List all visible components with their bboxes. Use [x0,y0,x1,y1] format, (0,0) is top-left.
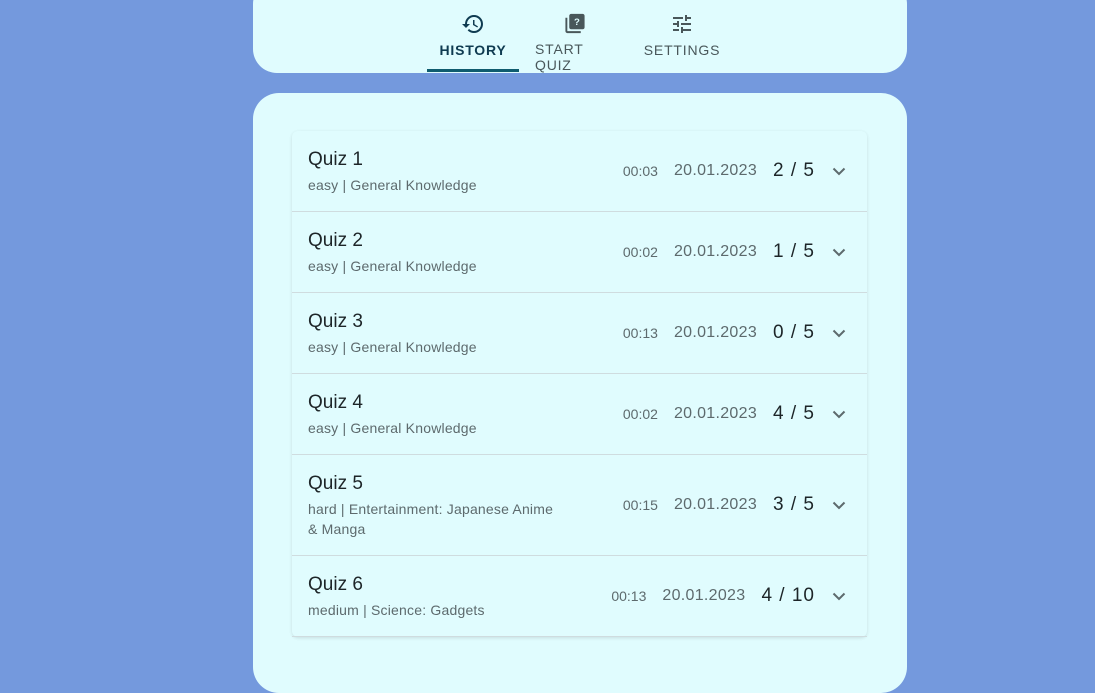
expand-chevron-icon[interactable] [827,584,851,608]
quiz-title: Quiz 3 [308,311,363,332]
tab-bar: HISTORY ? START QUIZ SETTINGS [253,0,907,73]
quiz-info: Quiz 5 hard | Entertainment: Japanese An… [308,455,623,555]
quiz-row-3[interactable]: Quiz 3 easy | General Knowledge 00:13 20… [292,293,867,374]
quiz-subtitle: medium | Science: Gadgets [308,602,485,618]
quiz-score: 0 / 5 [773,322,815,343]
quiz-info: Quiz 1 easy | General Knowledge [308,131,623,211]
expand-chevron-icon[interactable] [827,240,851,264]
quiz-score: 1 / 5 [773,241,815,262]
quiz-row-1[interactable]: Quiz 1 easy | General Knowledge 00:03 20… [292,131,867,212]
quiz-score: 4 / 10 [761,585,815,606]
quiz-row-2[interactable]: Quiz 2 easy | General Knowledge 00:02 20… [292,212,867,293]
quiz-row-6[interactable]: Quiz 6 medium | Science: Gadgets 00:13 2… [292,556,867,637]
quiz-subtitle: easy | General Knowledge [308,420,477,436]
quiz-row-5[interactable]: Quiz 5 hard | Entertainment: Japanese An… [292,455,867,556]
quiz-date: 20.01.2023 [673,162,758,179]
quiz-row-4[interactable]: Quiz 4 easy | General Knowledge 00:02 20… [292,374,867,455]
quiz-duration: 00:13 [611,588,647,604]
quiz-date: 20.01.2023 [673,496,758,513]
expand-chevron-icon[interactable] [827,159,851,183]
expand-chevron-icon[interactable] [827,402,851,426]
quiz-duration: 00:15 [622,497,658,513]
quiz-duration: 00:03 [622,163,658,179]
quiz-subtitle: hard | Entertainment: Japanese Anime & M… [308,501,554,537]
expand-chevron-icon[interactable] [827,493,851,517]
quiz-title: Quiz 5 [308,473,363,494]
quiz-icon: ? [565,13,585,34]
expand-chevron-icon[interactable] [827,321,851,345]
quiz-info: Quiz 2 easy | General Knowledge [308,212,623,292]
tab-settings[interactable]: SETTINGS [631,0,733,73]
quiz-duration: 00:02 [622,244,658,260]
tab-history[interactable]: HISTORY [427,0,519,73]
tab-history-label: HISTORY [439,42,507,58]
quiz-date: 20.01.2023 [673,243,758,260]
quiz-subtitle: easy | General Knowledge [308,339,477,355]
quiz-date: 20.01.2023 [673,324,758,341]
quiz-title: Quiz 6 [308,574,363,595]
quiz-score: 2 / 5 [773,160,815,181]
quiz-score: 3 / 5 [773,494,815,515]
tab-settings-label: SETTINGS [643,42,721,58]
quiz-date: 20.01.2023 [662,587,746,604]
quiz-title: Quiz 4 [308,392,363,413]
quiz-title: Quiz 1 [308,149,363,170]
quiz-title: Quiz 2 [308,230,363,251]
quiz-info: Quiz 6 medium | Science: Gadgets [308,556,611,636]
history-card: Quiz 1 easy | General Knowledge 00:03 20… [253,93,907,693]
quiz-duration: 00:02 [622,406,658,422]
tab-start-quiz-label: START QUIZ [535,41,584,73]
quiz-subtitle: easy | General Knowledge [308,258,477,274]
quiz-score: 4 / 5 [773,403,815,424]
history-icon [462,15,483,34]
quiz-duration: 00:13 [622,325,658,341]
navigation-card: HISTORY ? START QUIZ SETTINGS [253,0,907,73]
tab-start-quiz[interactable]: ? START QUIZ [519,0,631,73]
quiz-date: 20.01.2023 [673,405,758,422]
quiz-history-list: Quiz 1 easy | General Knowledge 00:03 20… [292,131,867,637]
quiz-info: Quiz 3 easy | General Knowledge [308,293,623,373]
quiz-subtitle: easy | General Knowledge [308,177,477,193]
tune-icon [673,15,691,33]
quiz-info: Quiz 4 easy | General Knowledge [308,374,623,454]
svg-text:?: ? [574,17,580,28]
